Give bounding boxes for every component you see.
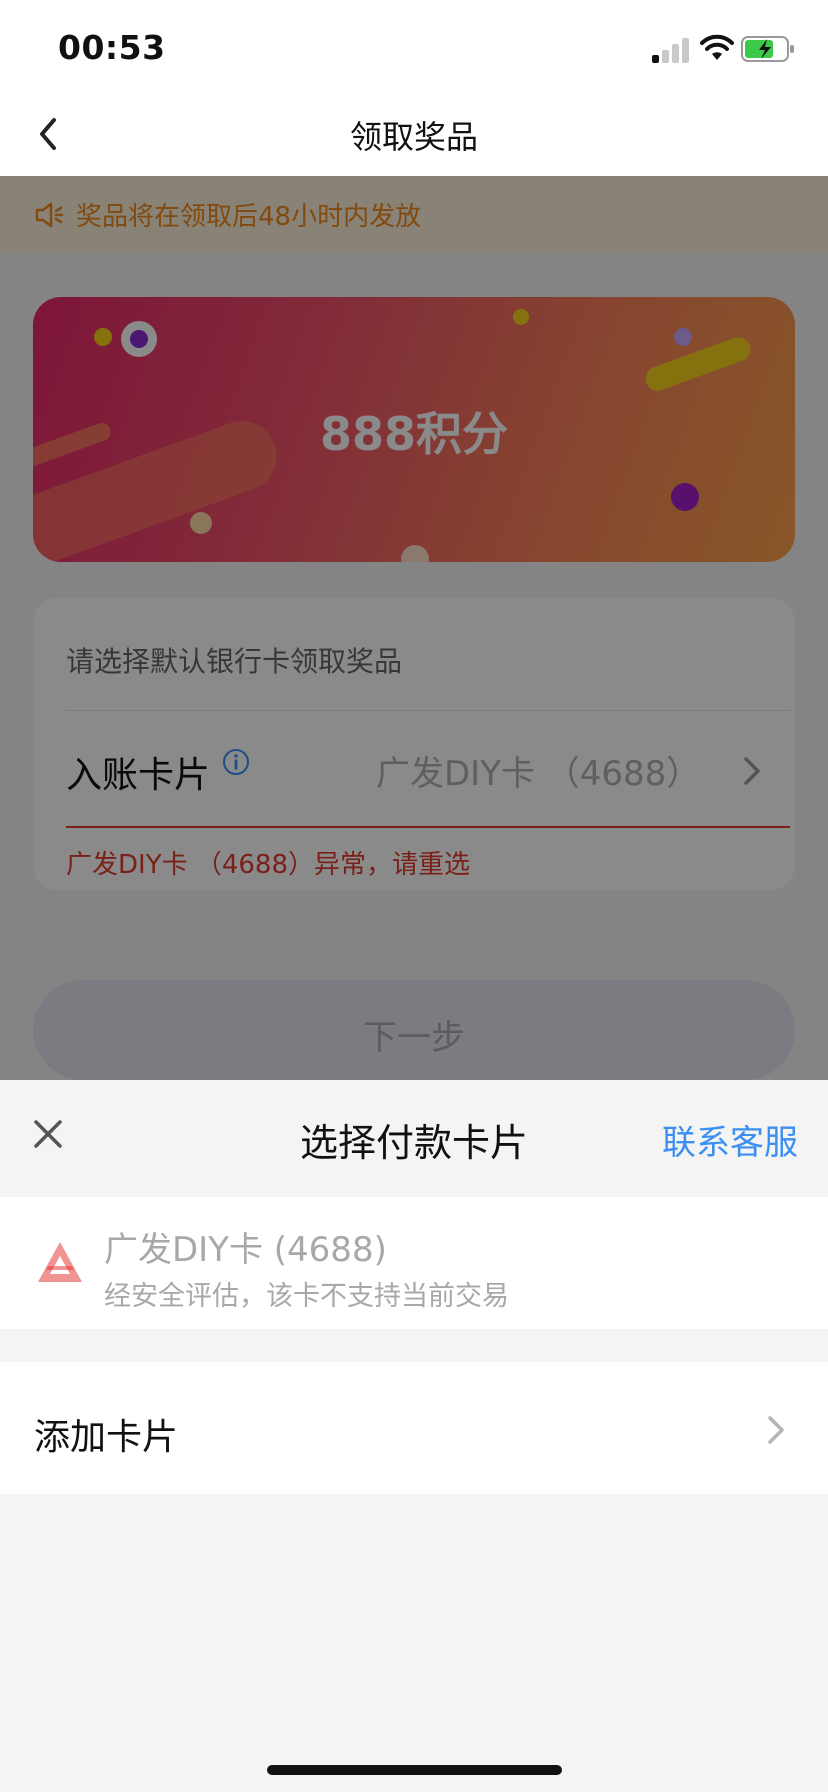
contact-support-link[interactable]: 联系客服	[662, 1115, 798, 1164]
page-title: 领取奖品	[349, 118, 478, 156]
card-name: 广发DIY卡 (4688)	[104, 1230, 387, 1270]
card-unsupported-note: 经安全评估，该卡不支持当前交易	[104, 1281, 509, 1312]
modal-backdrop[interactable]	[0, 176, 828, 1080]
wifi-icon	[700, 34, 734, 60]
cellular-signal-icon	[652, 37, 690, 63]
chevron-right-icon	[768, 1416, 784, 1444]
home-indicator[interactable]	[267, 1765, 562, 1775]
bank-logo-icon	[38, 1242, 82, 1282]
status-time: 00:53	[58, 28, 166, 67]
battery-icon	[741, 36, 794, 62]
add-card-label: 添加卡片	[34, 1417, 179, 1458]
